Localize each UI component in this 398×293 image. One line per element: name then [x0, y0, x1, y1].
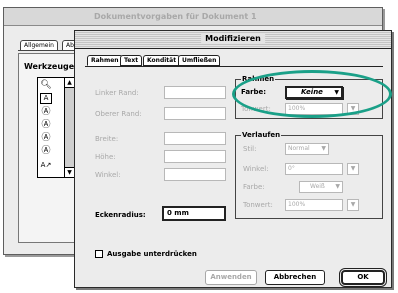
- suppress-output-label: Ausgabe unterdrücken: [107, 250, 197, 258]
- modify-dialog: Modifizieren Rahmen Text Kondität Umflie…: [74, 30, 392, 288]
- rahmen-tone-stepper[interactable]: ▼: [347, 103, 359, 115]
- rahmen-tone-field[interactable]: 100%: [285, 103, 343, 115]
- magnifier-icon[interactable]: 🔍︎: [40, 80, 52, 91]
- chevron-down-icon: ▼: [350, 165, 356, 172]
- tab-rahmen[interactable]: Rahmen: [87, 55, 123, 66]
- text-icon[interactable]: A: [40, 93, 52, 104]
- scroll-down-icon[interactable]: ▼: [65, 167, 74, 177]
- width-field[interactable]: [164, 132, 226, 145]
- gradient-tone-value: 100%: [288, 201, 306, 208]
- tools-scrollbar[interactable]: ▲ ▼: [64, 78, 74, 177]
- corner-radius-label: Eckenradius:: [95, 211, 146, 219]
- chevron-down-icon: ▼: [334, 89, 339, 96]
- ok-button[interactable]: OK: [339, 268, 387, 287]
- gradient-style-label: Stil:: [243, 145, 257, 153]
- height-label: Höhe:: [95, 153, 116, 161]
- unlink-icon[interactable]: A↗: [40, 160, 52, 171]
- tools-list[interactable]: 🔍︎ A Ⓐ Ⓐ Ⓐ Ⓐ A↗ ▲ ▼: [37, 77, 75, 178]
- gradient-color-label: Farbe:: [243, 183, 265, 191]
- chevron-down-icon: ▼: [335, 183, 340, 190]
- top-margin-label: Oberer Rand:: [95, 110, 142, 118]
- rahmen-color-popup[interactable]: Keine ▼: [285, 86, 343, 99]
- rahmen-group-title: Rahmen: [241, 75, 276, 83]
- tools-panel: Werkzeuge: 🔍︎ A Ⓐ Ⓐ Ⓐ Ⓐ A↗ ▲ ▼: [18, 53, 78, 243]
- back-window-titlebar[interactable]: Dokumentvorgaben für Dokument 1: [4, 8, 382, 26]
- tab-divider: [85, 66, 383, 67]
- content-icon[interactable]: Ⓐ: [40, 107, 52, 118]
- gradient-color-popup[interactable]: Weiß ▼: [299, 181, 343, 193]
- gradient-tone-stepper[interactable]: ▼: [347, 199, 359, 211]
- gradient-angle-label: Winkel:: [243, 165, 269, 173]
- back-window-title: Dokumentvorgaben für Dokument 1: [94, 12, 257, 21]
- tab-text[interactable]: Text: [120, 55, 143, 66]
- tools-label: Werkzeuge:: [24, 62, 78, 71]
- gradient-tone-field[interactable]: 100%: [285, 199, 343, 211]
- gradient-angle-value: 0°: [288, 165, 295, 172]
- rahmen-color-value: Keine: [301, 88, 323, 96]
- gradient-angle-field[interactable]: 0°: [285, 163, 343, 175]
- gradient-tone-label: Tonwert:: [243, 201, 273, 209]
- apply-button[interactable]: Anwenden: [205, 270, 257, 285]
- tab-konditat[interactable]: Kondität: [143, 55, 181, 66]
- rotate-icon[interactable]: Ⓐ: [40, 133, 52, 144]
- chevron-down-icon: ▼: [350, 105, 356, 112]
- dialog-title: Modifizieren: [201, 34, 265, 43]
- scroll-up-icon[interactable]: ▲: [65, 78, 74, 88]
- cancel-button[interactable]: Abbrechen: [265, 270, 325, 285]
- suppress-output-checkbox[interactable]: [95, 250, 103, 258]
- angle-label: Winkel:: [95, 171, 121, 179]
- chevron-down-icon: ▼: [350, 201, 356, 208]
- gradient-angle-stepper[interactable]: ▼: [347, 163, 359, 175]
- gradient-group-title: Verlaufen: [241, 131, 282, 139]
- rahmen-color-label: Farbe:: [241, 88, 267, 96]
- corner-radius-field[interactable]: 0 mm: [162, 206, 226, 221]
- link-icon[interactable]: Ⓐ: [40, 146, 52, 157]
- left-margin-field[interactable]: [164, 86, 226, 99]
- angle-field[interactable]: [164, 168, 226, 181]
- dialog-titlebar[interactable]: Modifizieren: [75, 31, 391, 49]
- left-margin-label: Linker Rand:: [95, 89, 139, 97]
- chevron-down-icon: ▼: [321, 145, 326, 152]
- width-label: Breite:: [95, 135, 119, 143]
- gradient-style-popup[interactable]: Normal ▼: [285, 143, 329, 155]
- gradient-color-value: Weiß: [310, 183, 325, 190]
- rahmen-tone-label: Tonwert:: [241, 105, 271, 113]
- top-margin-field[interactable]: [164, 107, 226, 120]
- height-field[interactable]: [164, 150, 226, 163]
- gradient-style-value: Normal: [288, 145, 310, 152]
- tab-umfliessen[interactable]: Umfließen: [178, 55, 221, 66]
- item-icon[interactable]: Ⓐ: [40, 120, 52, 131]
- rahmen-tone-value: 100%: [288, 105, 306, 112]
